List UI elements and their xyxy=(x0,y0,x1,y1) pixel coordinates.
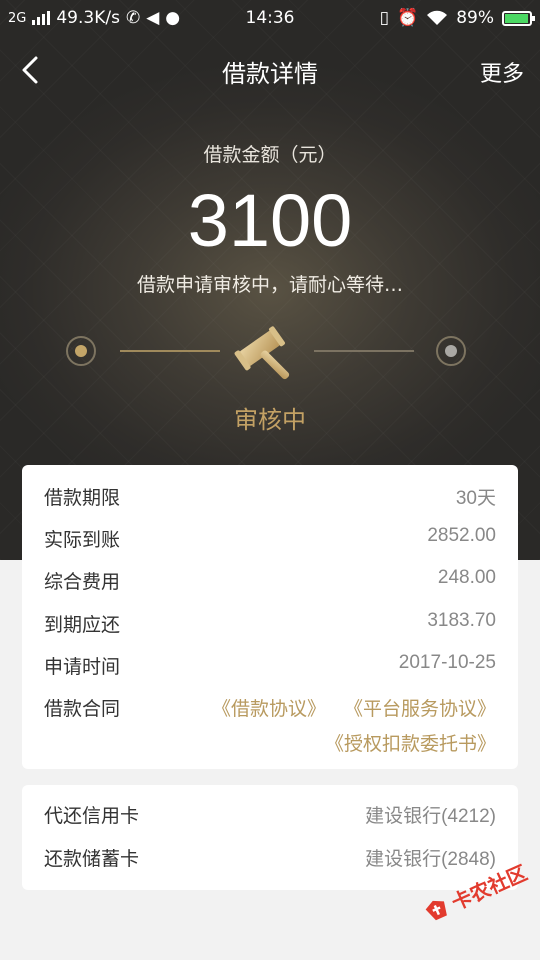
detail-row-term: 借款期限 30天 xyxy=(44,483,496,513)
card-value: 建设银行(4212) xyxy=(365,806,496,827)
step-dot-pending xyxy=(436,336,466,366)
page-title: 借款详情 xyxy=(222,60,318,88)
debit-card-row[interactable]: 还款储蓄卡 建设银行(2848) xyxy=(44,844,496,874)
watermark-logo-icon xyxy=(425,900,447,920)
battery-icon xyxy=(502,10,535,26)
detail-value: 2017-10-25 xyxy=(398,652,496,673)
detail-value: 248.00 xyxy=(437,567,496,588)
detail-value: 2852.00 xyxy=(427,525,496,546)
loan-details-card: 借款期限 30天 实际到账 2852.00 综合费用 248.00 到期应还 3… xyxy=(22,465,518,769)
detail-value: 30天 xyxy=(455,488,496,509)
credit-card-row[interactable]: 代还信用卡 建设银行(4212) xyxy=(44,801,496,831)
amount-label: 借款金额（元） xyxy=(203,144,337,166)
detail-label: 到期应还 xyxy=(44,614,121,636)
card-label: 还款储蓄卡 xyxy=(44,848,140,870)
step-dot-completed xyxy=(66,336,96,366)
card-label: 代还信用卡 xyxy=(44,805,140,827)
platform-service-link[interactable]: 《平台服务协议》 xyxy=(344,694,496,721)
bank-cards-card: 代还信用卡 建设银行(4212) 还款储蓄卡 建设银行(2848) xyxy=(22,785,518,890)
detail-row-due: 到期应还 3183.70 xyxy=(44,610,496,640)
detail-row-contract: 借款合同 《借款协议》 《平台服务协议》 xyxy=(44,694,496,724)
wifi-icon xyxy=(427,10,448,25)
card-value: 建设银行(2848) xyxy=(365,849,496,870)
loan-agreement-link[interactable]: 《借款协议》 xyxy=(212,694,326,721)
detail-row-received: 实际到账 2852.00 xyxy=(44,525,496,555)
loan-amount: 3100 xyxy=(187,179,353,262)
detail-row-apply-time: 申请时间 2017-10-25 xyxy=(44,652,496,682)
vibrate-icon: ▯ xyxy=(379,8,390,28)
detail-row-contract-2: 《授权扣款委托书》 xyxy=(44,729,496,759)
contract-label: 借款合同 xyxy=(44,698,121,720)
progress-line-left xyxy=(120,350,220,352)
debit-authorization-link[interactable]: 《授权扣款委托书》 xyxy=(325,729,496,756)
detail-label: 实际到账 xyxy=(44,529,121,551)
detail-value: 3183.70 xyxy=(427,610,496,631)
gavel-icon xyxy=(234,326,290,380)
detail-row-fee: 综合费用 248.00 xyxy=(44,567,496,597)
progress-line-right xyxy=(314,350,414,352)
more-button[interactable]: 更多 xyxy=(480,56,524,88)
detail-label: 申请时间 xyxy=(44,656,121,678)
review-status-text: 借款申请审核中，请耐心等待… xyxy=(136,274,403,296)
alarm-icon: ⏰ xyxy=(397,8,419,28)
status-bar: 2G 49.3K/s ✆ ◀ ● 14:36 ▯ ⏰ 89% xyxy=(0,0,540,36)
battery-percent: 89% xyxy=(456,8,494,28)
nav-bar: 借款详情 更多 xyxy=(0,44,540,100)
stage-label: 审核中 xyxy=(234,406,306,434)
detail-label: 综合费用 xyxy=(44,571,121,593)
detail-label: 借款期限 xyxy=(44,487,121,509)
